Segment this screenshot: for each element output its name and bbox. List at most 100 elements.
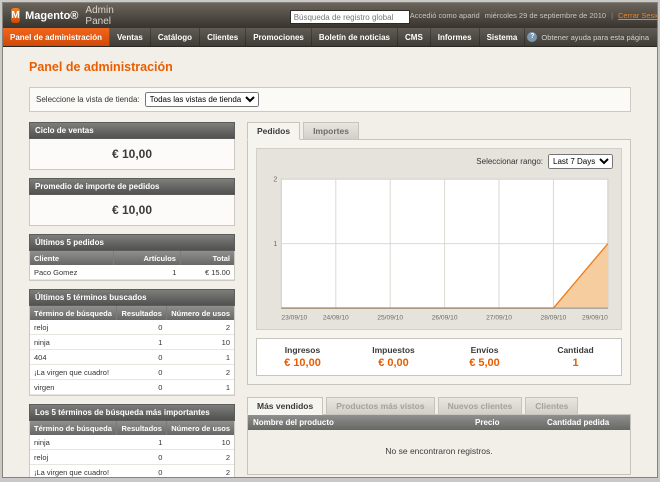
- empty-message: No se encontraron registros.: [248, 430, 630, 474]
- magento-logo[interactable]: M Magento® Admin Panel: [11, 5, 120, 27]
- global-search-input[interactable]: [290, 10, 410, 24]
- nav-item-informes[interactable]: Informes: [431, 28, 480, 46]
- current-date: miércoles 29 de septiembre de 2010: [485, 11, 606, 20]
- main-nav: Panel de administraciónVentasCatálogoCli…: [3, 28, 657, 47]
- totals-bar: Ingresos€ 10,00Impuestos€ 0,00Envíos€ 5,…: [256, 338, 622, 376]
- widget-title: Últimos 5 pedidos: [29, 234, 235, 251]
- total-label: Ingresos: [259, 345, 346, 355]
- orders-tab-panel: Seleccionar rango: Last 7 Days 1223/09/1…: [247, 139, 631, 385]
- tab-clientes[interactable]: Clientes: [525, 397, 578, 415]
- tab-productos-m-s-vistos[interactable]: Productos más vistos: [326, 397, 434, 415]
- nav-item-sistema[interactable]: Sistema: [480, 28, 526, 46]
- tab-nuevos-clientes[interactable]: Nuevos clientes: [438, 397, 523, 415]
- dashboard-right-column: PedidosImportes Seleccionar rango: Last …: [247, 122, 631, 475]
- logout-link[interactable]: Cerrar Sesión: [618, 11, 658, 20]
- x-axis-label: 28/09/10: [541, 314, 567, 321]
- widget-title: Promedio de importe de pedidos: [29, 178, 235, 195]
- tab-pedidos[interactable]: Pedidos: [247, 122, 300, 140]
- products-header-row: Nombre del productoPrecioCantidad pedida: [248, 415, 630, 430]
- page-title: Panel de administración: [29, 60, 631, 74]
- nav-item-cat-logo[interactable]: Catálogo: [151, 28, 200, 46]
- total-value: 1: [532, 357, 619, 369]
- tab-importes[interactable]: Importes: [303, 122, 359, 140]
- table-row: reloj02: [30, 450, 234, 465]
- global-search: [290, 7, 410, 25]
- page-help-link[interactable]: ? Obtener ayuda para esta página: [527, 28, 657, 46]
- y-axis-label: 1: [273, 240, 277, 248]
- column-header: Resultados: [117, 421, 167, 435]
- chart-area: Seleccionar rango: Last 7 Days 1223/09/1…: [256, 148, 622, 330]
- top-header: M Magento® Admin Panel Accedió como apar…: [3, 3, 657, 28]
- column-header: Cantidad pedida: [542, 415, 630, 430]
- x-axis-label: 24/09/10: [323, 314, 349, 321]
- total-label: Envíos: [441, 345, 528, 355]
- range-select[interactable]: Last 7 Days: [548, 154, 613, 169]
- store-view-label: Seleccione la vista de tienda:: [36, 95, 140, 104]
- range-label: Seleccionar rango:: [476, 157, 543, 166]
- logo-text: Magento®: [25, 10, 78, 22]
- y-axis-label: 2: [273, 176, 277, 184]
- nav-item-cms[interactable]: CMS: [398, 28, 431, 46]
- column-header: Total: [180, 251, 234, 265]
- logo-subtext: Admin Panel: [85, 5, 119, 27]
- products-table: Nombre del productoPrecioCantidad pedida: [248, 415, 630, 430]
- x-axis-label: 26/09/10: [432, 314, 458, 321]
- table-row: virgen01: [30, 380, 234, 395]
- bottom-tabs: Más vendidosProductos más vistosNuevos c…: [247, 397, 631, 414]
- column-header: Resultados: [117, 306, 167, 320]
- magento-admin-window: M Magento® Admin Panel Accedió como apar…: [2, 2, 658, 478]
- nav-item-panel-de-administraci-n[interactable]: Panel de administración: [3, 28, 110, 46]
- help-label: Obtener ayuda para esta página: [541, 33, 649, 42]
- table-row: ¡La virgen que cuadro!02: [30, 365, 234, 380]
- column-header: Término de búsqueda: [30, 421, 117, 435]
- average-orders-widget: Promedio de importe de pedidos € 10,00: [29, 178, 235, 226]
- main-nav-list: Panel de administraciónVentasCatálogoCli…: [3, 28, 525, 46]
- widget-title: Ciclo de ventas: [29, 122, 235, 139]
- column-header: Cliente: [30, 251, 113, 265]
- column-header: Artículos: [113, 251, 180, 265]
- table-row: ¡La virgen que cuadro!02: [30, 465, 234, 478]
- products-panel: Nombre del productoPrecioCantidad pedida…: [247, 414, 631, 475]
- last-search-terms-table: Término de búsquedaResultadosNúmero de u…: [30, 306, 234, 395]
- x-axis-label: 29/09/10: [582, 314, 608, 321]
- nav-item-ventas[interactable]: Ventas: [110, 28, 151, 46]
- total-label: Impuestos: [350, 345, 437, 355]
- help-icon: ?: [527, 32, 537, 42]
- table-row: ninja110: [30, 435, 234, 450]
- average-orders-value: € 10,00: [29, 195, 235, 226]
- total-ingresos: Ingresos € 10,00: [257, 339, 348, 375]
- tab-m-s-vendidos[interactable]: Más vendidos: [247, 397, 323, 415]
- separator: |: [611, 11, 613, 20]
- table-row: reloj02: [30, 320, 234, 335]
- total-impuestos: Impuestos € 0,00: [348, 339, 439, 375]
- table-row: 40401: [30, 350, 234, 365]
- dashboard-left-column: Ciclo de ventas € 10,00 Promedio de impo…: [29, 122, 235, 477]
- x-axis-label: 25/09/10: [377, 314, 403, 321]
- store-view-select[interactable]: Todas las vistas de tienda: [145, 92, 259, 107]
- column-header: Precio: [470, 415, 542, 430]
- total-value: € 10,00: [259, 357, 346, 369]
- range-selector: Seleccionar rango: Last 7 Days: [265, 154, 613, 169]
- header-row: Término de búsquedaResultadosNúmero de u…: [30, 306, 234, 320]
- top-search-terms-widget: Los 5 términos de búsqueda más important…: [29, 404, 235, 477]
- widget-title: Los 5 términos de búsqueda más important…: [29, 404, 235, 421]
- total-value: € 0,00: [350, 357, 437, 369]
- total-cantidad: Cantidad1: [530, 339, 621, 375]
- nav-item-promociones[interactable]: Promociones: [246, 28, 312, 46]
- column-header: Término de búsqueda: [30, 306, 117, 320]
- lifetime-sales-widget: Ciclo de ventas € 10,00: [29, 122, 235, 170]
- nav-item-bolet-n-de-noticias[interactable]: Boletín de noticias: [312, 28, 398, 46]
- store-view-bar: Seleccione la vista de tienda: Todas las…: [29, 87, 631, 112]
- last-search-terms-widget: Últimos 5 términos buscados Término de b…: [29, 289, 235, 396]
- nav-item-clientes[interactable]: Clientes: [200, 28, 246, 46]
- content-area: Panel de administración Seleccione la vi…: [3, 47, 657, 477]
- last-orders-table: ClienteArtículosTotalPaco Gomez1€ 15.00: [30, 251, 234, 280]
- header-row: Término de búsquedaResultadosNúmero de u…: [30, 421, 234, 435]
- orders-chart: 1223/09/1024/09/1025/09/1026/09/1027/09/…: [265, 173, 613, 327]
- table-row: Paco Gomez1€ 15.00: [30, 265, 234, 280]
- column-header: Número de usos: [166, 421, 234, 435]
- widget-title: Últimos 5 términos buscados: [29, 289, 235, 306]
- logged-in-as: Accedió como aparid: [410, 11, 480, 20]
- top-search-terms-table: Término de búsquedaResultadosNúmero de u…: [30, 421, 234, 477]
- header-meta: Accedió como aparid miércoles 29 de sept…: [410, 11, 658, 20]
